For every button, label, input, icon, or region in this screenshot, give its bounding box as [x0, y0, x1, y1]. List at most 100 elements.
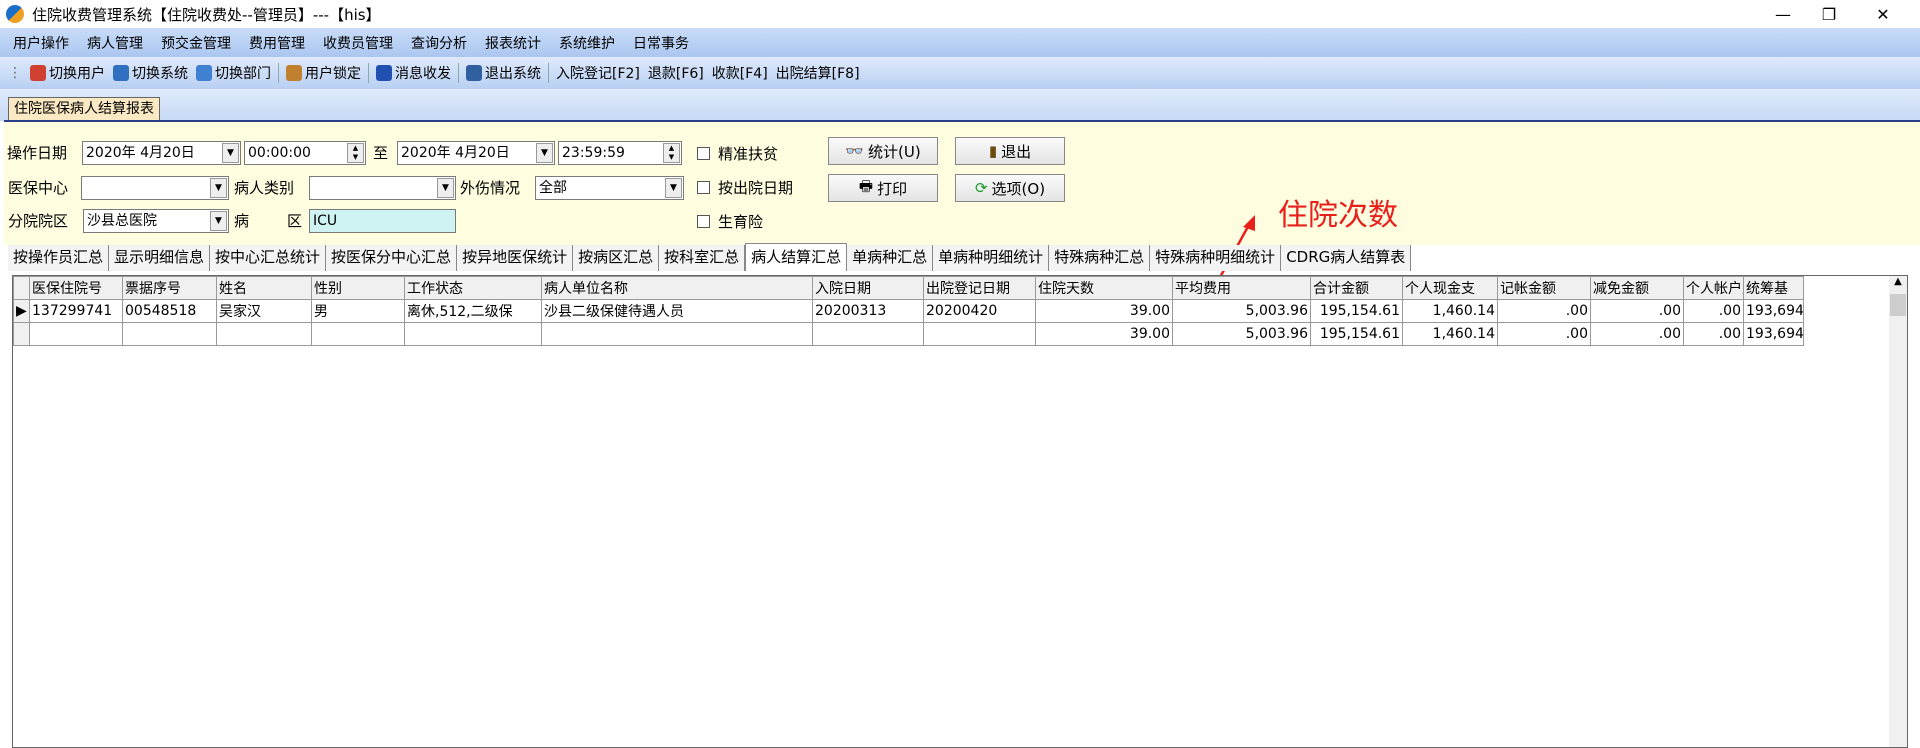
table-cell[interactable]: 5,003.96 — [1172, 322, 1311, 346]
tab[interactable]: 按医保分中心汇总 — [326, 245, 458, 271]
tab[interactable]: 按操作员汇总 — [8, 245, 110, 271]
table-cell[interactable] — [311, 322, 405, 346]
tab[interactable]: CDRG病人结算表 — [1281, 245, 1412, 271]
table-row[interactable]: ▶ 137299741 00548518 吴家汉男离休,512,二级保 沙县二级保健待遇… — [13, 299, 1804, 323]
menu-item[interactable]: 系统维护 — [550, 33, 624, 53]
table-cell[interactable]: 00548518 — [122, 299, 217, 323]
branch-select[interactable]: 沙县总医院 ▼ — [83, 209, 229, 233]
table-cell[interactable]: 5,003.96 — [1172, 299, 1311, 323]
toolbar-button[interactable]: 切换用户 — [26, 63, 109, 83]
center-select[interactable]: ▼ — [81, 176, 229, 200]
tab[interactable]: 按科室汇总 — [659, 245, 746, 271]
table-cell[interactable]: .00 — [1590, 299, 1684, 323]
table-cell[interactable]: 195,154.61 — [1310, 299, 1403, 323]
maximize-button[interactable]: ❐ — [1806, 0, 1852, 28]
stat-button[interactable]: 👓 统计(U) — [828, 137, 938, 165]
column-header[interactable]: 性别 — [311, 276, 405, 300]
toolbar-button[interactable]: 消息收发 — [372, 63, 455, 83]
chevron-down-icon[interactable]: ▼ — [665, 178, 682, 198]
menu-item[interactable]: 报表统计 — [476, 33, 550, 53]
print-button[interactable]: 🖶 打印 — [828, 174, 938, 202]
table-cell[interactable] — [29, 322, 123, 346]
tab[interactable]: 按病区汇总 — [573, 245, 660, 271]
table-cell[interactable]: 沙县二级保健待遇人员 — [541, 299, 813, 323]
menu-item[interactable]: 费用管理 — [240, 33, 314, 53]
chevron-down-icon[interactable]: ▼ — [222, 143, 239, 163]
scroll-up-icon[interactable]: ▲ — [1889, 276, 1907, 294]
menu-item[interactable]: 日常事务 — [624, 33, 698, 53]
column-header[interactable]: 平均费用 — [1172, 276, 1311, 300]
toolbar-button[interactable]: 用户锁定 — [282, 63, 365, 83]
close-button[interactable]: ✕ — [1860, 0, 1906, 28]
table-cell[interactable] — [404, 322, 542, 346]
tab[interactable]: 单病种明细统计 — [933, 245, 1050, 271]
column-header[interactable]: 个人帐户支 — [1683, 276, 1744, 300]
form-tab[interactable]: 住院医保病人结算报表 — [8, 97, 160, 121]
table-cell[interactable]: 193,694 — [1743, 299, 1804, 323]
menu-item[interactable]: 预交金管理 — [152, 33, 240, 53]
date-from-picker[interactable]: 2020年 4月20日 ▼ — [82, 141, 241, 165]
menu-item[interactable]: 收费员管理 — [314, 33, 402, 53]
checkbox-discharge-date[interactable]: 按出院日期 — [697, 177, 793, 198]
options-button[interactable]: ⟳ 选项(O) — [955, 174, 1065, 202]
tab[interactable]: 特殊病种汇总 — [1049, 245, 1151, 271]
table-cell[interactable]: 39.00 — [1035, 322, 1173, 346]
table-cell[interactable] — [812, 322, 924, 346]
table-cell[interactable] — [122, 322, 217, 346]
chevron-down-icon[interactable]: ▼ — [210, 178, 227, 198]
column-header[interactable]: 合计金额 — [1310, 276, 1403, 300]
table-cell[interactable]: 离休,512,二级保 — [404, 299, 542, 323]
menu-item[interactable]: 病人管理 — [78, 33, 152, 53]
toolbar-shortcut-button[interactable]: 出院结算[F8] — [772, 63, 864, 83]
column-header[interactable]: 记帐金额 — [1497, 276, 1591, 300]
column-header[interactable]: 票据序号 — [122, 276, 217, 300]
column-header[interactable]: 入院日期 — [812, 276, 924, 300]
toolbar-button[interactable]: 切换系统 — [109, 63, 192, 83]
toolbar-button[interactable]: 切换部门 — [192, 63, 275, 83]
table-cell[interactable]: 193,694 — [1743, 322, 1804, 346]
toolbar-shortcut-button[interactable]: 退款[F6] — [644, 63, 708, 83]
table-cell[interactable]: 195,154.61 — [1310, 322, 1403, 346]
checkbox-maternity[interactable]: 生育险 — [697, 211, 763, 232]
minimize-button[interactable]: — — [1760, 0, 1806, 28]
table-cell[interactable]: 137299741 — [29, 299, 123, 323]
column-header[interactable]: 住院天数 — [1035, 276, 1173, 300]
vertical-scrollbar[interactable]: ▲ — [1889, 276, 1907, 747]
table-cell[interactable]: 1,460.14 — [1402, 322, 1498, 346]
toolbar-button[interactable]: 退出系统 — [462, 63, 545, 83]
table-cell[interactable]: .00 — [1683, 322, 1744, 346]
patient-type-select[interactable]: ▼ — [309, 176, 456, 200]
table-row[interactable]: 39.00 5,003.96 195,154.61 1,460.14.00.00.00… — [13, 322, 1804, 346]
column-header[interactable]: 出院登记日期 — [923, 276, 1036, 300]
table-cell[interactable]: .00 — [1590, 322, 1684, 346]
table-cell[interactable]: 20200313 — [812, 299, 924, 323]
tab[interactable]: 病人结算汇总 — [745, 243, 848, 271]
tab[interactable]: 按异地医保统计 — [457, 245, 574, 271]
table-cell[interactable]: 1,460.14 — [1402, 299, 1498, 323]
table-cell[interactable] — [541, 322, 813, 346]
table-cell[interactable]: 39.00 — [1035, 299, 1173, 323]
column-header[interactable]: 病人单位名称 — [541, 276, 813, 300]
checkbox-box[interactable] — [697, 181, 710, 194]
menu-item[interactable]: 用户操作 — [4, 33, 78, 53]
tab[interactable]: 按中心汇总统计 — [210, 245, 327, 271]
toolbar-shortcut-button[interactable]: 收款[F4] — [708, 63, 772, 83]
checkbox-poverty[interactable]: 精准扶贫 — [697, 143, 778, 164]
toolbar-shortcut-button[interactable]: 入院登记[F2] — [552, 63, 644, 83]
injury-select[interactable]: 全部 ▼ — [535, 176, 684, 200]
table-cell[interactable]: 20200420 — [923, 299, 1036, 323]
time-from-spinner[interactable]: 00:00:00 ▲ ▼ — [244, 141, 366, 165]
ward-input[interactable]: ICU — [309, 209, 456, 233]
spin-icon[interactable]: ▲ ▼ — [347, 143, 364, 163]
spin-icon[interactable]: ▲ ▼ — [663, 143, 680, 163]
checkbox-box[interactable] — [697, 147, 710, 160]
table-cell[interactable]: 男 — [311, 299, 405, 323]
table-cell[interactable]: .00 — [1683, 299, 1744, 323]
tab[interactable]: 单病种汇总 — [847, 245, 934, 271]
chevron-down-icon[interactable]: ▼ — [536, 143, 553, 163]
column-header[interactable]: 减免金额 — [1590, 276, 1684, 300]
table-cell[interactable]: .00 — [1497, 299, 1591, 323]
tab[interactable]: 显示明细信息 — [109, 245, 211, 271]
checkbox-box[interactable] — [697, 215, 710, 228]
column-header[interactable]: 统筹基 — [1743, 276, 1804, 300]
